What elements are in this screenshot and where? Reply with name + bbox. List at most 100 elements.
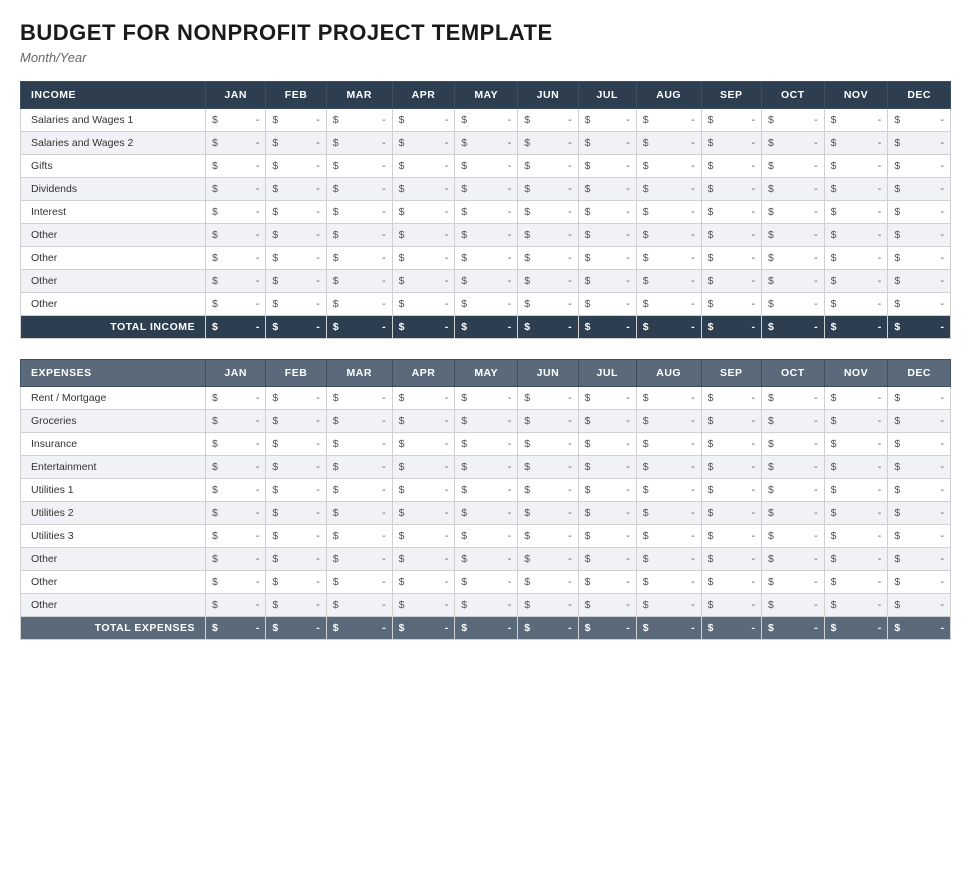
expenses-cell[interactable]: $ -	[206, 387, 266, 410]
income-cell[interactable]: $ -	[326, 293, 392, 316]
expenses-cell[interactable]: $ -	[636, 502, 701, 525]
expenses-cell[interactable]: $ -	[888, 433, 951, 456]
expenses-cell[interactable]: $ -	[578, 594, 636, 617]
expenses-cell[interactable]: $ -	[701, 594, 761, 617]
expenses-cell[interactable]: $ -	[636, 548, 701, 571]
income-cell[interactable]: $ -	[824, 201, 888, 224]
expenses-cell[interactable]: $ -	[455, 387, 518, 410]
income-cell[interactable]: $ -	[701, 270, 761, 293]
expenses-cell[interactable]: $ -	[518, 479, 578, 502]
income-cell[interactable]: $ -	[455, 247, 518, 270]
income-cell[interactable]: $ -	[206, 293, 266, 316]
expenses-cell[interactable]: $ -	[701, 456, 761, 479]
income-cell[interactable]: $ -	[636, 270, 701, 293]
income-cell[interactable]: $ -	[578, 155, 636, 178]
expenses-cell[interactable]: $ -	[392, 525, 455, 548]
expenses-cell[interactable]: $ -	[455, 502, 518, 525]
income-cell[interactable]: $ -	[518, 224, 578, 247]
expenses-cell[interactable]: $ -	[518, 571, 578, 594]
expenses-cell[interactable]: $ -	[206, 502, 266, 525]
income-cell[interactable]: $ -	[455, 293, 518, 316]
income-row-label[interactable]: Other	[21, 293, 206, 316]
income-cell[interactable]: $ -	[824, 155, 888, 178]
income-cell[interactable]: $ -	[392, 109, 455, 132]
income-cell[interactable]: $ -	[578, 109, 636, 132]
income-cell[interactable]: $ -	[578, 178, 636, 201]
income-cell[interactable]: $ -	[636, 132, 701, 155]
income-cell[interactable]: $ -	[701, 293, 761, 316]
income-row-label[interactable]: Other	[21, 224, 206, 247]
expenses-cell[interactable]: $ -	[824, 594, 888, 617]
expenses-row-label[interactable]: Other	[21, 571, 206, 594]
income-cell[interactable]: $ -	[206, 224, 266, 247]
expenses-cell[interactable]: $ -	[455, 456, 518, 479]
expenses-cell[interactable]: $ -	[518, 525, 578, 548]
income-cell[interactable]: $ -	[701, 247, 761, 270]
expenses-cell[interactable]: $ -	[392, 456, 455, 479]
expenses-cell[interactable]: $ -	[266, 571, 326, 594]
expenses-cell[interactable]: $ -	[578, 548, 636, 571]
expenses-cell[interactable]: $ -	[888, 548, 951, 571]
expenses-cell[interactable]: $ -	[824, 410, 888, 433]
expenses-cell[interactable]: $ -	[761, 571, 824, 594]
income-cell[interactable]: $ -	[455, 155, 518, 178]
expenses-cell[interactable]: $ -	[636, 594, 701, 617]
expenses-cell[interactable]: $ -	[326, 387, 392, 410]
income-cell[interactable]: $ -	[206, 155, 266, 178]
income-cell[interactable]: $ -	[636, 155, 701, 178]
income-cell[interactable]: $ -	[518, 132, 578, 155]
expenses-row-label[interactable]: Utilities 1	[21, 479, 206, 502]
income-cell[interactable]: $ -	[888, 132, 951, 155]
expenses-cell[interactable]: $ -	[455, 548, 518, 571]
expenses-cell[interactable]: $ -	[578, 387, 636, 410]
expenses-cell[interactable]: $ -	[455, 525, 518, 548]
expenses-cell[interactable]: $ -	[888, 571, 951, 594]
expenses-row-label[interactable]: Utilities 2	[21, 502, 206, 525]
expenses-cell[interactable]: $ -	[636, 571, 701, 594]
income-row-label[interactable]: Salaries and Wages 1	[21, 109, 206, 132]
expenses-cell[interactable]: $ -	[636, 525, 701, 548]
income-cell[interactable]: $ -	[326, 270, 392, 293]
income-cell[interactable]: $ -	[761, 132, 824, 155]
expenses-cell[interactable]: $ -	[326, 594, 392, 617]
income-cell[interactable]: $ -	[206, 270, 266, 293]
expenses-cell[interactable]: $ -	[392, 502, 455, 525]
income-cell[interactable]: $ -	[266, 132, 326, 155]
expenses-row-label[interactable]: Other	[21, 548, 206, 571]
expenses-cell[interactable]: $ -	[701, 548, 761, 571]
expenses-row-label[interactable]: Insurance	[21, 433, 206, 456]
expenses-cell[interactable]: $ -	[266, 410, 326, 433]
expenses-cell[interactable]: $ -	[518, 456, 578, 479]
income-cell[interactable]: $ -	[326, 201, 392, 224]
expenses-cell[interactable]: $ -	[701, 387, 761, 410]
expenses-cell[interactable]: $ -	[578, 571, 636, 594]
expenses-cell[interactable]: $ -	[824, 548, 888, 571]
income-cell[interactable]: $ -	[761, 224, 824, 247]
income-cell[interactable]: $ -	[518, 270, 578, 293]
expenses-cell[interactable]: $ -	[455, 410, 518, 433]
expenses-cell[interactable]: $ -	[206, 571, 266, 594]
expenses-cell[interactable]: $ -	[761, 456, 824, 479]
expenses-cell[interactable]: $ -	[392, 433, 455, 456]
expenses-row-label[interactable]: Groceries	[21, 410, 206, 433]
expenses-cell[interactable]: $ -	[636, 456, 701, 479]
income-cell[interactable]: $ -	[326, 247, 392, 270]
income-cell[interactable]: $ -	[761, 178, 824, 201]
expenses-cell[interactable]: $ -	[701, 410, 761, 433]
income-cell[interactable]: $ -	[266, 247, 326, 270]
income-cell[interactable]: $ -	[888, 247, 951, 270]
income-cell[interactable]: $ -	[761, 201, 824, 224]
expenses-cell[interactable]: $ -	[636, 410, 701, 433]
expenses-cell[interactable]: $ -	[266, 433, 326, 456]
expenses-cell[interactable]: $ -	[824, 525, 888, 548]
income-cell[interactable]: $ -	[701, 155, 761, 178]
expenses-cell[interactable]: $ -	[761, 548, 824, 571]
expenses-cell[interactable]: $ -	[888, 525, 951, 548]
expenses-cell[interactable]: $ -	[701, 502, 761, 525]
expenses-cell[interactable]: $ -	[761, 502, 824, 525]
income-cell[interactable]: $ -	[326, 132, 392, 155]
expenses-cell[interactable]: $ -	[266, 456, 326, 479]
income-cell[interactable]: $ -	[888, 293, 951, 316]
expenses-cell[interactable]: $ -	[636, 433, 701, 456]
expenses-cell[interactable]: $ -	[888, 479, 951, 502]
